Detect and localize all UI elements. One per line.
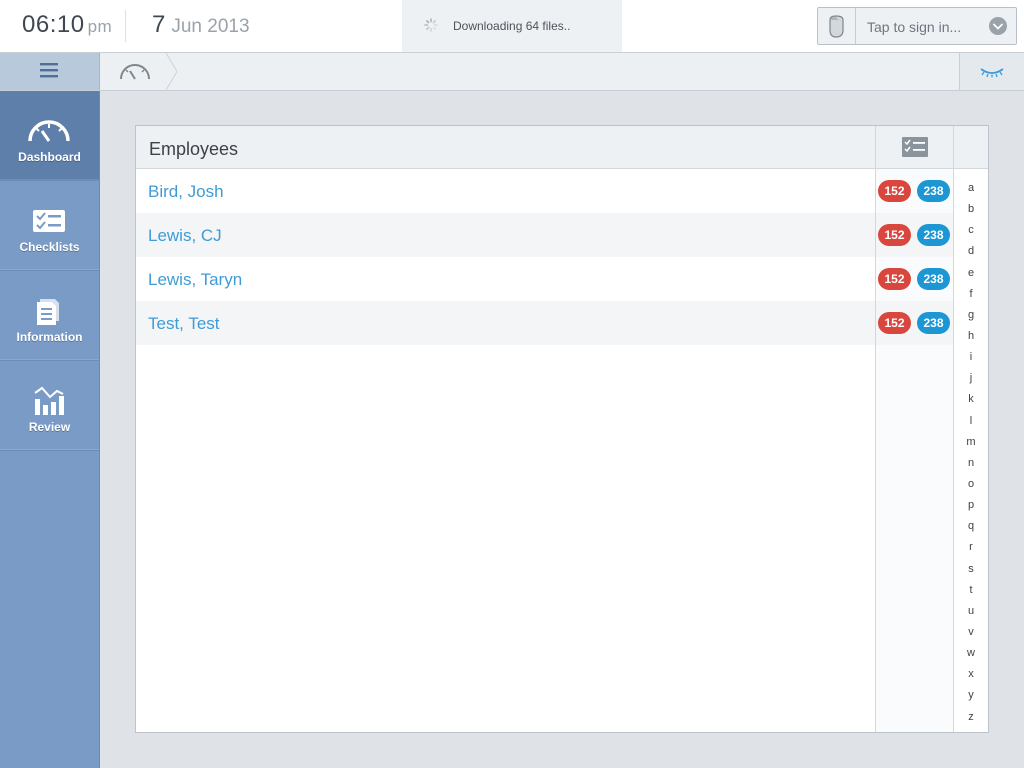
sidebar-item-label: Checklists (19, 240, 80, 254)
sidebar-item-label: Dashboard (18, 150, 81, 164)
date-day: 7 (152, 11, 166, 38)
employee-name[interactable]: Lewis, CJ (148, 226, 222, 246)
alphabet-letter-z[interactable]: z (954, 707, 988, 728)
breadcrumb-dashboard[interactable] (100, 52, 178, 91)
count-badge-blue: 238 (917, 224, 950, 246)
employee-name[interactable]: Bird, Josh (148, 182, 224, 202)
alphabet-letter-u[interactable]: u (954, 601, 988, 622)
alphabet-letter-j[interactable]: j (954, 368, 988, 389)
alphabet-letter-x[interactable]: x (954, 664, 988, 685)
checklist-filter-icon[interactable] (902, 137, 928, 157)
employees-panel: Employees Bird, Josh Lewis, CJ Lewis, Ta… (135, 125, 989, 733)
toolbar (0, 52, 1024, 91)
alphabet-letter-q[interactable]: q (954, 516, 988, 537)
user-avatar (818, 8, 856, 44)
closed-eye-icon (980, 68, 1004, 78)
employee-name[interactable]: Test, Test (148, 314, 220, 334)
top-status-bar: 06:10 pm 7 Jun 2013 Downloading 64 files.. (0, 0, 1024, 53)
badge-row: 152 238 (876, 257, 953, 301)
alphabet-letter-e[interactable]: e (954, 263, 988, 284)
list-item[interactable]: Test, Test (136, 301, 875, 345)
count-badge-red: 152 (878, 268, 911, 290)
menu-button[interactable] (0, 53, 100, 90)
clock-time: 06:10 (22, 11, 85, 38)
alphabet-letter-v[interactable]: v (954, 622, 988, 643)
alphabet-letter-n[interactable]: n (954, 453, 988, 474)
date-month-year: Jun 2013 (171, 16, 250, 37)
employee-name[interactable]: Lewis, Taryn (148, 270, 242, 290)
alphabet-letter-o[interactable]: o (954, 474, 988, 495)
count-badge-red: 152 (878, 224, 911, 246)
spinner-icon (424, 18, 438, 32)
alphabet-letter-k[interactable]: k (954, 389, 988, 410)
user-icon (829, 15, 844, 38)
alphabet-letter-h[interactable]: h (954, 326, 988, 347)
alphabet-letter-y[interactable]: y (954, 685, 988, 706)
count-badge-blue: 238 (917, 312, 950, 334)
clock: 06:10 pm (22, 11, 112, 39)
panel-header: Employees (136, 126, 988, 169)
alphabet-letter-c[interactable]: c (954, 220, 988, 241)
sidebar-item-label: Information (16, 330, 83, 344)
alphabet-letter-m[interactable]: m (954, 432, 988, 453)
panel-title: Employees (149, 139, 239, 159)
alphabet-letter-i[interactable]: i (954, 347, 988, 368)
alphabet-letter-r[interactable]: r (954, 537, 988, 558)
count-badge-blue: 238 (917, 180, 950, 202)
badge-row: 152 238 (876, 169, 953, 213)
sidebar-item-label: Review (28, 420, 71, 434)
checklist-icon (33, 210, 65, 232)
clock-ampm: pm (87, 17, 113, 36)
sidebar-item-review[interactable]: Review (0, 361, 99, 451)
alphabet-letter-w[interactable]: w (954, 643, 988, 664)
sidebar-item-checklists[interactable]: Checklists (0, 181, 99, 271)
alphabet-letter-f[interactable]: f (954, 284, 988, 305)
badge-row: 152 238 (876, 301, 953, 345)
badge-list: 152 238 152 238 152 238 152 238 (876, 169, 953, 345)
list-item[interactable]: Bird, Josh (136, 169, 875, 213)
sidebar-item-dashboard[interactable]: Dashboard (0, 91, 99, 181)
sign-in-text: Tap to sign in... (867, 19, 962, 35)
alphabet-letter-b[interactable]: b (954, 199, 988, 220)
document-icon (37, 299, 59, 325)
list-item[interactable]: Lewis, CJ (136, 213, 875, 257)
download-status: Downloading 64 files.. (402, 0, 622, 52)
download-text: Downloading 64 files.. (453, 19, 571, 33)
dashboard-gauge-icon (28, 120, 70, 142)
alphabet-index: abcdefghijklmnopqrstuvwxyz (954, 178, 988, 728)
gauge-icon (120, 52, 178, 91)
list-item[interactable]: Lewis, Taryn (136, 257, 875, 301)
alphabet-letter-s[interactable]: s (954, 559, 988, 580)
badge-row: 152 238 (876, 213, 953, 257)
date: 7 Jun 2013 (152, 11, 250, 39)
count-badge-red: 152 (878, 180, 911, 202)
chevron-down-icon (989, 17, 1007, 35)
alphabet-letter-g[interactable]: g (954, 305, 988, 326)
sign-in-dropdown[interactable]: Tap to sign in... (817, 7, 1017, 45)
alphabet-letter-l[interactable]: l (954, 411, 988, 432)
count-badge-blue: 238 (917, 268, 950, 290)
sidebar-item-information[interactable]: Information (0, 271, 99, 361)
divider (125, 10, 126, 42)
sidebar: Dashboard Checklists Information Review (0, 91, 100, 768)
alphabet-letter-a[interactable]: a (954, 178, 988, 199)
alphabet-letter-t[interactable]: t (954, 580, 988, 601)
bar-chart-icon (34, 386, 64, 415)
alphabet-letter-p[interactable]: p (954, 495, 988, 516)
count-badge-red: 152 (878, 312, 911, 334)
employee-list: Bird, Josh Lewis, CJ Lewis, Taryn Test, … (136, 169, 875, 345)
alphabet-letter-d[interactable]: d (954, 241, 988, 262)
hamburger-icon (40, 63, 58, 78)
eye-toggle-button[interactable] (959, 53, 1024, 90)
